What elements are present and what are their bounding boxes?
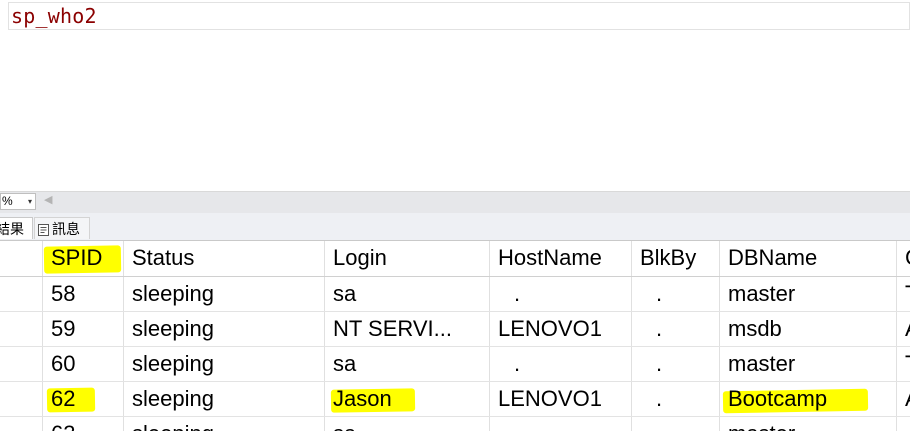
column-header-cutoff[interactable]: C (897, 241, 910, 276)
table-row[interactable]: 1 63 sleeping sa master (0, 417, 910, 431)
blkby-cell[interactable]: . (632, 312, 720, 346)
hostname-cell[interactable]: . (490, 277, 632, 311)
tab-results-label: 結果 (0, 221, 24, 237)
login-cell[interactable]: sa (325, 277, 490, 311)
status-cell[interactable]: sleeping (124, 382, 325, 416)
spid-cell[interactable]: 63 (43, 417, 124, 431)
grid-header-row: SPID Status Login HostName BlkBy DBName … (0, 241, 910, 277)
column-header-spid[interactable]: SPID (43, 241, 124, 276)
cutoff-cell[interactable] (897, 417, 910, 431)
column-header-dbname[interactable]: DBName (720, 241, 897, 276)
cutoff-cell[interactable]: T (897, 277, 910, 311)
cutoff-cell[interactable]: A (897, 312, 910, 346)
row-number: 7 (0, 277, 43, 311)
cutoff-cell[interactable]: A (897, 382, 910, 416)
row-number-header (0, 241, 43, 276)
hostname-cell[interactable] (490, 417, 632, 431)
table-row[interactable]: 0 62 sleeping Jason LENOVO1 . Bootcamp A (0, 382, 910, 417)
spid-cell[interactable]: 58 (43, 277, 124, 311)
tab-results[interactable]: 結果 (0, 217, 33, 239)
results-grid[interactable]: SPID Status Login HostName BlkBy DBName … (0, 241, 910, 431)
dbname-cell[interactable]: master (720, 277, 897, 311)
results-tab-strip: 結果 訊息 (0, 213, 910, 241)
row-number: 1 (0, 417, 43, 431)
dbname-cell[interactable]: master (720, 347, 897, 381)
hostname-cell[interactable]: . (490, 347, 632, 381)
status-cell[interactable]: sleeping (124, 312, 325, 346)
spid-cell[interactable]: 62 (43, 382, 124, 416)
tab-messages[interactable]: 訊息 (34, 217, 90, 239)
row-number: 0 (0, 382, 43, 416)
login-cell[interactable]: sa (325, 347, 490, 381)
blkby-cell[interactable] (632, 417, 720, 431)
query-editor[interactable]: sp_who2 (0, 0, 910, 191)
column-header-hostname[interactable]: HostName (490, 241, 632, 276)
column-header-status[interactable]: Status (124, 241, 325, 276)
blkby-cell[interactable]: . (632, 347, 720, 381)
table-row[interactable]: 7 58 sleeping sa . . master T (0, 277, 910, 312)
message-document-icon (38, 224, 49, 236)
editor-status-strip: % ▾ ◀ (0, 191, 910, 213)
spid-cell[interactable]: 60 (43, 347, 124, 381)
row-number: 9 (0, 347, 43, 381)
row-number: 8 (0, 312, 43, 346)
blkby-cell[interactable]: . (632, 382, 720, 416)
table-row[interactable]: 8 59 sleeping NT SERVI... LENOVO1 . msdb… (0, 312, 910, 347)
tab-messages-label: 訊息 (52, 221, 80, 237)
zoom-value: % (2, 194, 13, 208)
dbname-cell[interactable]: msdb (720, 312, 897, 346)
dbname-cell[interactable]: master (720, 417, 897, 431)
login-cell[interactable]: Jason (325, 382, 490, 416)
status-cell[interactable]: sleeping (124, 277, 325, 311)
chevron-down-icon: ▾ (27, 197, 32, 206)
current-line-indicator (8, 2, 910, 30)
login-cell[interactable]: sa (325, 417, 490, 431)
table-row[interactable]: 9 60 sleeping sa . . master T (0, 347, 910, 382)
column-header-login[interactable]: Login (325, 241, 490, 276)
query-text[interactable]: sp_who2 (11, 4, 97, 28)
scroll-left-arrow-icon[interactable]: ◀ (44, 193, 52, 206)
hostname-cell[interactable]: LENOVO1 (490, 312, 632, 346)
zoom-dropdown[interactable]: % ▾ (0, 193, 36, 210)
login-cell[interactable]: NT SERVI... (325, 312, 490, 346)
blkby-cell[interactable]: . (632, 277, 720, 311)
dbname-cell[interactable]: Bootcamp (720, 382, 897, 416)
column-header-blkby[interactable]: BlkBy (632, 241, 720, 276)
hostname-cell[interactable]: LENOVO1 (490, 382, 632, 416)
spid-cell[interactable]: 59 (43, 312, 124, 346)
cutoff-cell[interactable]: T (897, 347, 910, 381)
status-cell[interactable]: sleeping (124, 347, 325, 381)
status-cell[interactable]: sleeping (124, 417, 325, 431)
